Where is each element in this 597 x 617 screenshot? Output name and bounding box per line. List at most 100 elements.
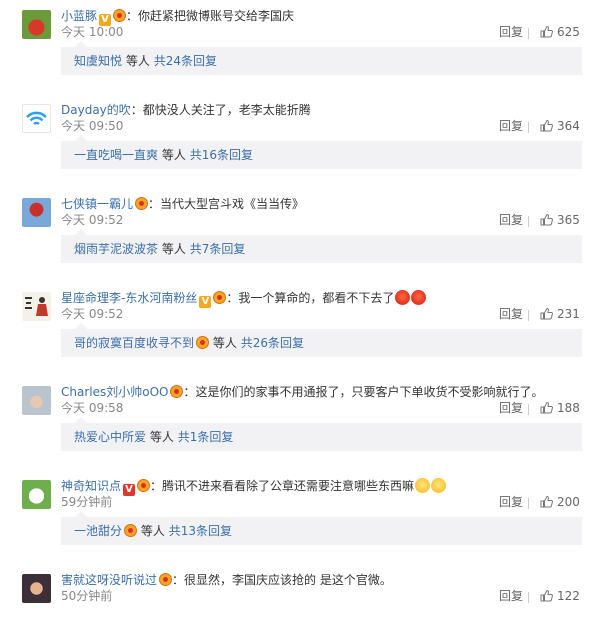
comment-item: 七侠镇一霸儿 ：当代大型宫斗戏《当当传》 今天 09:52 回复 365 烟雨芋泥… [0,188,597,282]
thumbs-up-icon [540,307,553,320]
like-count: 231 [557,307,580,321]
avatar[interactable] [22,104,51,133]
like-count: 188 [557,401,580,415]
like-button[interactable]: 231 [540,306,580,323]
comment-line: 害就这呀没听说过 ：很显然，李国庆应该抢的 是这个官微。 [61,573,392,587]
sub-reply-user[interactable]: 一池甜分 [74,524,122,538]
reply-button[interactable]: 回复 [499,306,523,323]
reply-button[interactable]: 回复 [499,24,523,41]
smile-emoji-icon [415,478,431,493]
crown-badge-icon [124,524,138,537]
avatar[interactable] [22,574,51,603]
divider [528,216,529,227]
like-button[interactable]: 365 [540,212,580,229]
username-link[interactable]: 小蓝豚 [61,9,97,23]
more-replies-link[interactable]: 共24条回复 [154,54,217,68]
wifi-icon [26,111,47,125]
sub-reply-user[interactable]: 哥的寂寞百度收寻不到 [74,336,194,350]
like-count: 364 [557,119,580,133]
comment-text: 很显然，李国庆应该抢的 是这个官微。 [184,573,392,587]
more-replies-link[interactable]: 共16条回复 [190,148,253,162]
sub-replies-box[interactable]: 热爱心中所爱 等人 共1条回复 [61,417,582,451]
like-button[interactable]: 625 [540,24,580,41]
angry-emoji-icon [395,290,411,305]
username-link[interactable]: 害就这呀没听说过 [61,573,157,587]
comment-text: 都快没人关注了，老李太能折腾 [142,103,311,117]
divider [528,404,529,415]
like-button[interactable]: 364 [540,118,580,135]
sub-reply-user[interactable]: 热爱心中所爱 [74,430,146,444]
avatar[interactable] [22,10,51,39]
divider [528,28,529,39]
like-count: 122 [557,589,580,603]
username-link[interactable]: 神奇知识点 [61,479,121,493]
divider [528,498,529,509]
like-button[interactable]: 188 [540,400,580,417]
sub-replies-box[interactable]: 一直吃喝一直爽 等人 共16条回复 [61,135,582,169]
username-link[interactable]: 星座命理李-东水河南粉丝 [61,291,197,305]
like-button[interactable]: 122 [540,588,580,605]
crown-badge-icon [196,336,210,349]
username-link[interactable]: 七侠镇一霸儿 [61,197,133,211]
smile-emoji-icon [431,478,447,493]
crown-badge-icon [159,573,173,586]
crown-badge-icon [113,9,127,22]
comment-item: 星座命理李-东水河南粉丝 V ：我一个算命的，都看不下去了 今天 09:52 回复 … [0,282,597,376]
like-count: 625 [557,25,580,39]
sub-reply-user[interactable]: 烟雨芋泥波波茶 [74,242,158,256]
verified-red-icon: V [123,484,136,496]
sub-reply-user[interactable]: 一直吃喝一直爽 [74,148,158,162]
sub-reply-user[interactable]: 知虞知悦 [74,54,122,68]
comment-text: 我一个算命的，都看不下去了 [238,291,395,305]
like-count: 365 [557,213,580,227]
sub-replies-box[interactable]: 烟雨芋泥波波茶 等人 共7条回复 [61,229,582,263]
thumbs-up-icon [540,589,553,602]
username-link[interactable]: Charles刘小帅oOO [61,385,168,399]
timestamp: 今天 09:52 [61,213,124,227]
username-link[interactable]: Dayday的吹 [61,103,131,117]
comment-item: 小蓝豚 V ：你赶紧把微博账号交给李国庆 今天 10:00 回复 625 知虞知悦 … [0,0,597,94]
reply-button[interactable]: 回复 [499,494,523,511]
angry-emoji-icon [411,290,427,305]
comment-item: 害就这呀没听说过 ：很显然，李国庆应该抢的 是这个官微。 50分钟前 回复 122 [0,564,597,617]
avatar[interactable] [22,198,51,227]
avatar[interactable] [22,480,51,509]
more-replies-link[interactable]: 共1条回复 [178,430,234,444]
more-replies-link[interactable]: 共7条回复 [190,242,246,256]
divider [528,592,529,603]
comment-item: 神奇知识点 V ：腾讯不进来看看除了公章还需要注意哪些东西嘛 59分钟前 回复 20… [0,470,597,564]
avatar[interactable] [22,386,51,415]
thumbs-up-icon [540,213,553,226]
avatar[interactable] [22,292,51,321]
like-count: 200 [557,495,580,509]
calligraphy-figure-image [25,297,48,316]
more-replies-link[interactable]: 共13条回复 [169,524,232,538]
verified-icon: V [199,296,212,308]
comment-line: 神奇知识点 V ：腾讯不进来看看除了公章还需要注意哪些东西嘛 [61,478,447,496]
comment-line: Charles刘小帅oOO ：这是你们的家事不用通报了，只要客户下单收货不受影响就… [61,385,544,399]
thumbs-up-icon [540,119,553,132]
sub-replies-box[interactable]: 知虞知悦 等人 共24条回复 [61,41,582,75]
thumbs-up-icon [540,401,553,414]
timestamp: 今天 10:00 [61,25,124,39]
thumbs-up-icon [540,495,553,508]
reply-button[interactable]: 回复 [499,212,523,229]
timestamp: 今天 09:50 [61,119,124,133]
sub-replies-box[interactable]: 一池甜分 等人 共13条回复 [61,511,582,545]
divider [528,122,529,133]
comment-line: 七侠镇一霸儿 ：当代大型宫斗戏《当当传》 [61,197,305,211]
comment-text: 腾讯不进来看看除了公章还需要注意哪些东西嘛 [162,479,415,493]
reply-button[interactable]: 回复 [499,588,523,605]
reply-button[interactable]: 回复 [499,400,523,417]
like-button[interactable]: 200 [540,494,580,511]
sub-replies-box[interactable]: 哥的寂寞百度收寻不到 等人 共26条回复 [61,323,582,357]
timestamp: 59分钟前 [61,495,113,509]
more-replies-link[interactable]: 共26条回复 [241,336,304,350]
comment-text: 你赶紧把微博账号交给李国庆 [138,9,295,23]
thumbs-up-icon [540,25,553,38]
crown-badge-icon [137,479,151,492]
reply-button[interactable]: 回复 [499,118,523,135]
crown-badge-icon [170,385,184,398]
timestamp: 今天 09:58 [61,401,124,415]
comment-text: 当代大型宫斗戏《当当传》 [160,197,305,211]
